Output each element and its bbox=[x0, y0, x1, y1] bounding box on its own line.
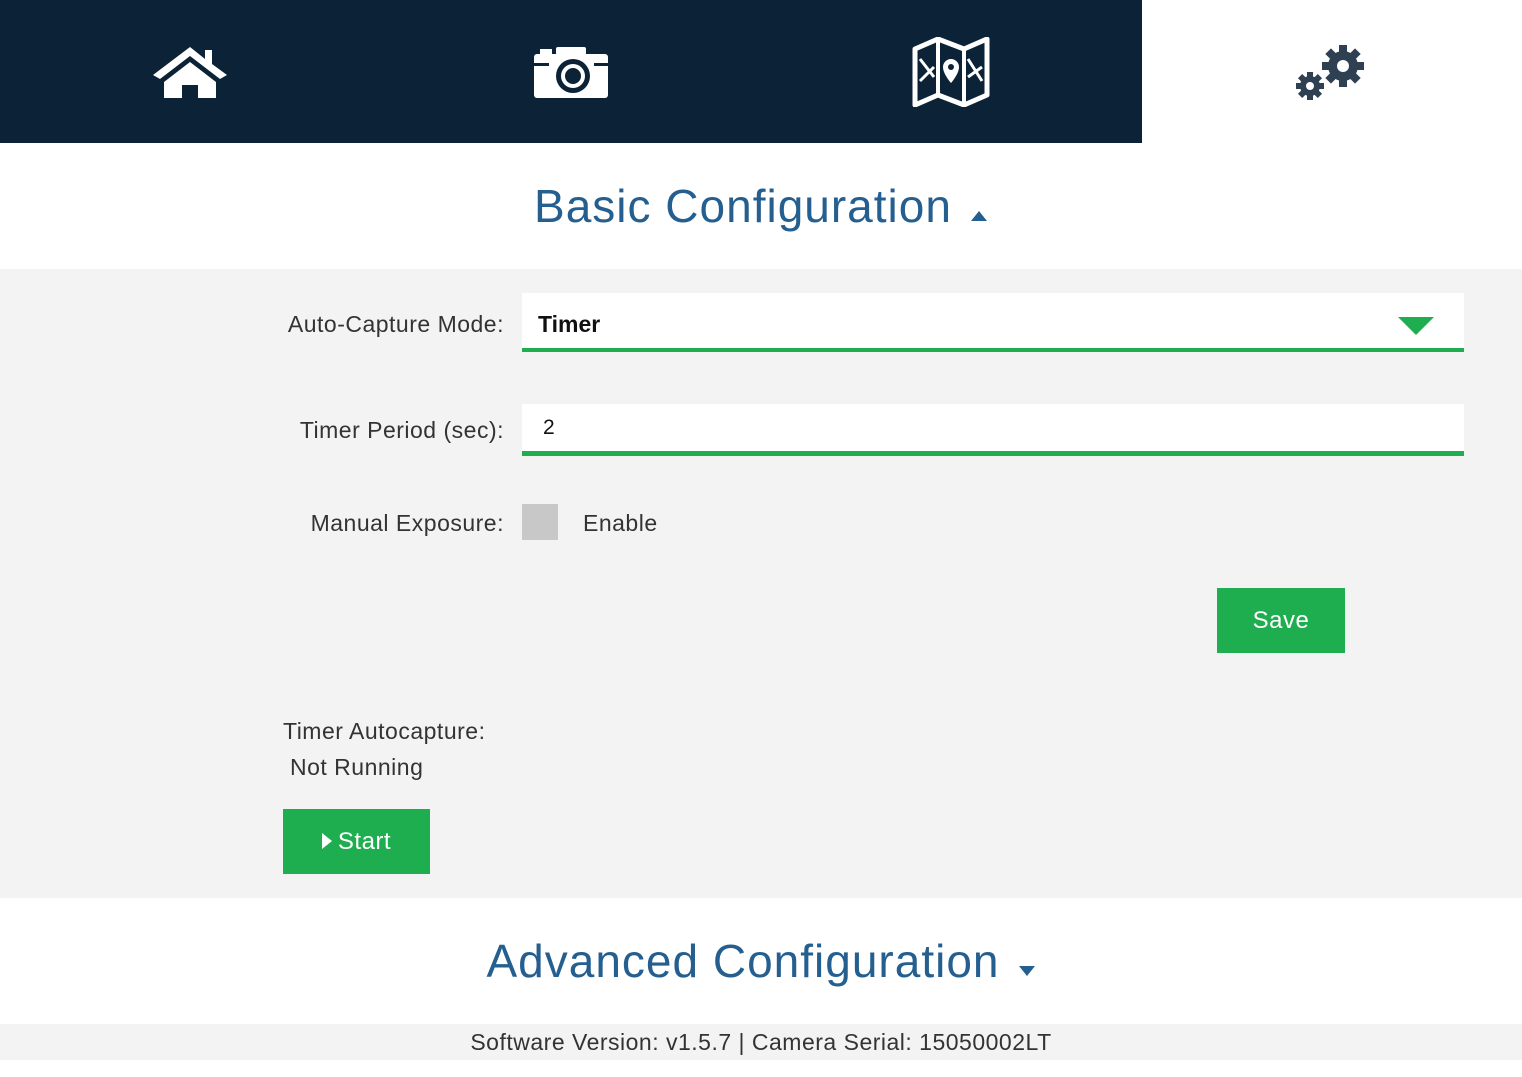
enable-label[interactable]: Enable bbox=[583, 510, 658, 537]
save-button-label: Save bbox=[1252, 606, 1310, 634]
chevron-down-icon bbox=[1398, 317, 1434, 340]
basic-configuration-panel: Auto-Capture Mode: Timer Timer Period (s… bbox=[0, 269, 1522, 898]
caret-up-icon bbox=[970, 179, 988, 233]
home-icon bbox=[151, 45, 229, 99]
auto-capture-mode-select[interactable]: Timer bbox=[522, 293, 1464, 352]
camera-icon bbox=[532, 45, 610, 99]
basic-configuration-title: Basic Configuration bbox=[534, 180, 952, 232]
footer: Software Version: v1.5.7 | Camera Serial… bbox=[0, 1024, 1522, 1060]
save-button[interactable]: Save bbox=[1217, 588, 1345, 653]
auto-capture-mode-label: Auto-Capture Mode: bbox=[287, 311, 504, 337]
advanced-configuration-header[interactable]: Advanced Configuration bbox=[0, 898, 1522, 1024]
auto-capture-mode-value: Timer bbox=[538, 311, 601, 337]
timer-period-label: Timer Period (sec): bbox=[299, 417, 504, 443]
timer-period-value: 2 bbox=[543, 416, 555, 439]
basic-configuration-header[interactable]: Basic Configuration bbox=[0, 143, 1522, 269]
start-button[interactable]: Start bbox=[283, 809, 430, 874]
start-button-label: Start bbox=[337, 827, 392, 855]
map-icon bbox=[912, 36, 990, 107]
manual-exposure-checkbox[interactable] bbox=[522, 504, 558, 540]
top-navigation bbox=[0, 0, 1522, 143]
play-icon bbox=[321, 828, 332, 856]
tab-settings[interactable] bbox=[1141, 0, 1522, 143]
timer-period-input[interactable]: 2 bbox=[522, 404, 1464, 456]
timer-autocapture-status: Not Running bbox=[290, 754, 424, 780]
advanced-configuration-title: Advanced Configuration bbox=[486, 935, 1000, 987]
gears-icon bbox=[1293, 42, 1371, 102]
manual-exposure-label: Manual Exposure: bbox=[310, 510, 504, 536]
tab-map[interactable] bbox=[761, 0, 1142, 143]
tab-home[interactable] bbox=[0, 0, 381, 143]
timer-autocapture-label: Timer Autocapture: bbox=[283, 718, 486, 744]
version-info: Software Version: v1.5.7 | Camera Serial… bbox=[470, 1028, 1052, 1055]
tab-camera[interactable] bbox=[380, 0, 761, 143]
caret-down-icon bbox=[1018, 934, 1036, 988]
